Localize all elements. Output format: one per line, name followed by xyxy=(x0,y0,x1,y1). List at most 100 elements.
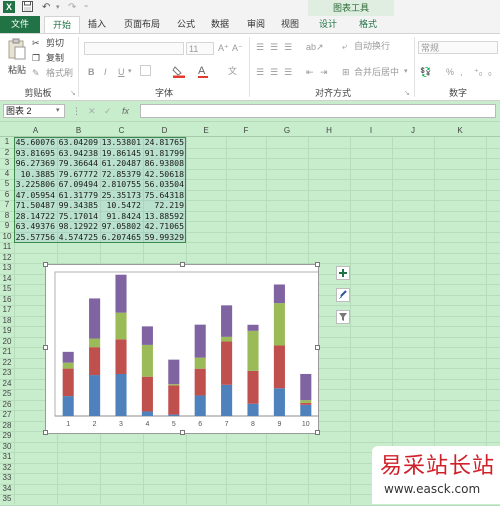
row-header[interactable]: 12 xyxy=(0,253,14,263)
row-header[interactable]: 34 xyxy=(0,484,14,494)
column-header[interactable]: C xyxy=(100,125,143,136)
column-header[interactable]: I xyxy=(350,125,392,136)
table-cell[interactable]: 99.34385 xyxy=(57,200,98,210)
resize-handle[interactable] xyxy=(180,430,185,435)
tab-design[interactable]: 设计 xyxy=(310,16,346,33)
merge-center-button[interactable]: 合并后居中 xyxy=(354,66,399,78)
table-cell[interactable]: 42.50618 xyxy=(143,169,184,179)
resize-handle[interactable] xyxy=(180,262,185,267)
enter-icon[interactable]: ✓ xyxy=(104,105,112,117)
row-header[interactable]: 18 xyxy=(0,316,14,326)
cut-icon[interactable]: ✂ xyxy=(32,37,40,49)
tab-view[interactable]: 视图 xyxy=(274,16,306,33)
row-header[interactable]: 22 xyxy=(0,358,14,368)
row-header[interactable]: 27 xyxy=(0,410,14,420)
copy-button[interactable]: 复制 xyxy=(46,52,64,64)
format-painter-button[interactable]: 格式刷 xyxy=(46,67,73,79)
row-header[interactable]: 10 xyxy=(0,232,14,242)
bar-segment-series-3[interactable] xyxy=(62,362,74,369)
align-middle-icon[interactable]: ☰ xyxy=(270,41,278,53)
bar-segment-series-3[interactable] xyxy=(273,303,285,346)
row-header[interactable]: 17 xyxy=(0,305,14,315)
table-cell[interactable]: 91.8424 xyxy=(100,211,141,221)
tab-formulas[interactable]: 公式 xyxy=(170,16,202,33)
row-header[interactable]: 24 xyxy=(0,379,14,389)
table-cell[interactable]: 28.14722 xyxy=(14,211,55,221)
table-cell[interactable]: 75.64318 xyxy=(143,190,184,200)
table-cell[interactable]: 86.93808 xyxy=(143,158,184,168)
alignment-launcher-icon[interactable]: ↘ xyxy=(404,88,410,100)
table-cell[interactable]: 91.81799 xyxy=(143,148,184,158)
resize-handle[interactable] xyxy=(43,262,48,267)
row-header[interactable]: 7 xyxy=(0,200,14,210)
tab-review[interactable]: 审阅 xyxy=(240,16,272,33)
row-header[interactable]: 9 xyxy=(0,221,14,231)
bar-segment-series-2[interactable] xyxy=(168,385,180,415)
grow-font-icon[interactable]: A⁺ xyxy=(218,42,229,54)
table-cell[interactable]: 45.60076 xyxy=(14,137,55,147)
decrease-decimal-icon[interactable]: ₀ xyxy=(488,66,492,78)
save-icon[interactable] xyxy=(22,1,33,14)
bar-segment-series-3[interactable] xyxy=(141,344,153,377)
insert-function-button[interactable]: fx xyxy=(122,105,129,117)
undo-icon[interactable]: ↶ xyxy=(42,1,50,14)
table-cell[interactable]: 6.207465 xyxy=(100,232,141,242)
table-cell[interactable]: 67.09494 xyxy=(57,179,98,189)
comma-style-icon[interactable]: , xyxy=(460,66,463,78)
bar-segment-series-2[interactable] xyxy=(194,368,206,396)
table-cell[interactable]: 72.85379 xyxy=(100,169,141,179)
bar-segment-series-4[interactable] xyxy=(194,324,206,358)
bar-segment-series-4[interactable] xyxy=(221,305,233,337)
row-header[interactable]: 8 xyxy=(0,211,14,221)
row-header[interactable]: 25 xyxy=(0,389,14,399)
column-header[interactable]: G xyxy=(266,125,308,136)
bar-segment-series-2[interactable] xyxy=(89,347,101,376)
row-header[interactable]: 30 xyxy=(0,442,14,452)
table-cell[interactable]: 4.574725 xyxy=(57,232,98,242)
select-all-corner[interactable] xyxy=(0,125,14,136)
number-format-combobox[interactable]: 常规 xyxy=(418,41,498,54)
bar-segment-series-4[interactable] xyxy=(141,326,153,345)
bar-segment-series-3[interactable] xyxy=(115,312,127,340)
row-header[interactable]: 1 xyxy=(0,137,14,147)
row-header[interactable]: 15 xyxy=(0,284,14,294)
name-box-dropdown-icon[interactable]: ▾ xyxy=(56,105,60,117)
table-cell[interactable]: 61.31779 xyxy=(57,190,98,200)
tab-page-layout[interactable]: 页面布局 xyxy=(116,16,168,33)
wrap-text-icon[interactable]: ⤶ xyxy=(342,40,347,52)
bar-segment-series-4[interactable] xyxy=(168,359,180,385)
row-header[interactable]: 19 xyxy=(0,326,14,336)
increase-decimal-icon[interactable]: ⁺₀ xyxy=(474,66,483,78)
row-header[interactable]: 20 xyxy=(0,337,14,347)
bar-segment-series-2[interactable] xyxy=(141,376,153,412)
row-header[interactable]: 32 xyxy=(0,463,14,473)
table-cell[interactable]: 71.50487 xyxy=(14,200,55,210)
bar-segment-series-3[interactable] xyxy=(221,336,233,342)
bar-segment-series-3[interactable] xyxy=(247,330,259,371)
row-header[interactable]: 11 xyxy=(0,242,14,252)
bar-segment-series-1[interactable] xyxy=(141,411,153,416)
table-cell[interactable]: 97.05802 xyxy=(100,221,141,231)
chart-elements-button[interactable] xyxy=(336,266,350,280)
merge-dropdown-icon[interactable]: ▾ xyxy=(404,66,408,78)
table-cell[interactable]: 25.57756 xyxy=(14,232,55,242)
table-cell[interactable]: 19.86145 xyxy=(100,148,141,158)
bar-segment-series-1[interactable] xyxy=(89,375,101,416)
table-cell[interactable]: 25.35173 xyxy=(100,190,141,200)
table-cell[interactable]: 63.49376 xyxy=(14,221,55,231)
resize-handle[interactable] xyxy=(43,345,48,350)
bar-segment-series-2[interactable] xyxy=(221,341,233,385)
row-header[interactable]: 5 xyxy=(0,179,14,189)
shrink-font-icon[interactable]: A⁻ xyxy=(232,42,243,54)
chart-area[interactable]: 1 2 3 4 5 6 7 8 9 10 xyxy=(43,262,320,435)
bar-segment-series-2[interactable] xyxy=(300,402,312,405)
row-header[interactable]: 16 xyxy=(0,295,14,305)
row-header[interactable]: 4 xyxy=(0,169,14,179)
table-cell[interactable]: 13.88592 xyxy=(143,211,184,221)
table-cell[interactable]: 59.99329 xyxy=(143,232,184,242)
redo-icon[interactable]: ↷ xyxy=(68,1,76,14)
table-cell[interactable]: 98.12922 xyxy=(57,221,98,231)
undo-dropdown-icon[interactable]: ▾ xyxy=(56,1,60,14)
row-header[interactable]: 31 xyxy=(0,452,14,462)
table-cell[interactable]: 10.3885 xyxy=(14,169,55,179)
